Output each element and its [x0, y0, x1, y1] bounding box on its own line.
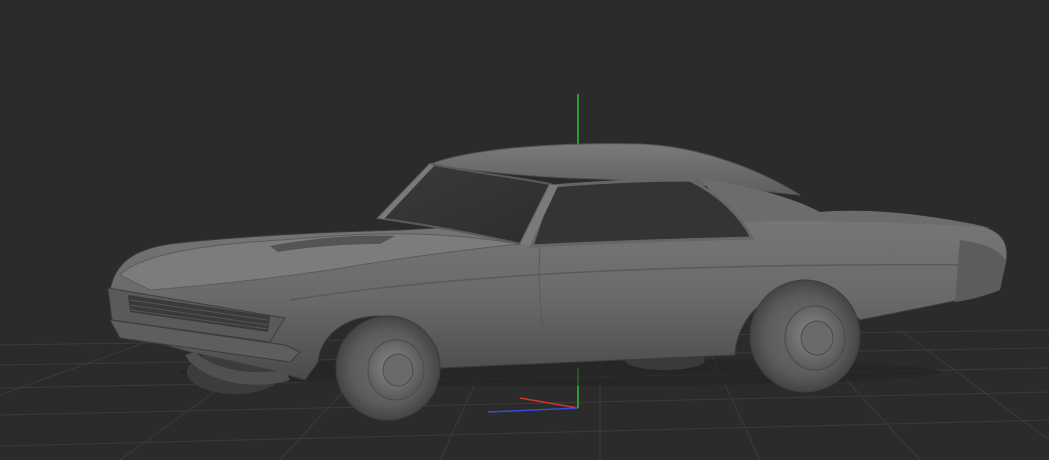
3d-viewport[interactable] [0, 0, 1049, 460]
front-wheel[interactable] [335, 315, 441, 421]
rear-wheel[interactable] [749, 279, 861, 393]
car-model[interactable] [107, 143, 1008, 421]
viewport-canvas[interactable] [0, 0, 1049, 460]
